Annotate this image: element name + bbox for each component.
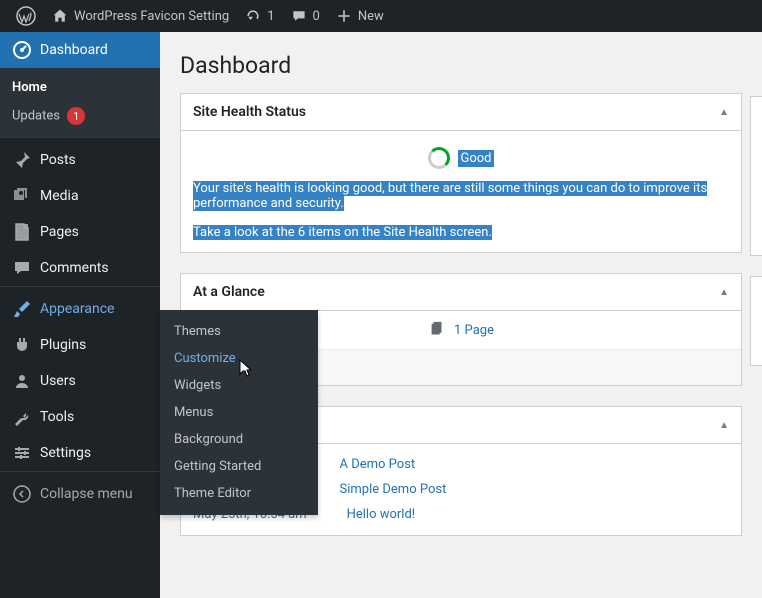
plus-icon — [336, 8, 352, 24]
updates-link[interactable]: 1 — [237, 0, 282, 32]
sidebar-item-appearance[interactable]: Appearance — [0, 291, 160, 327]
collapse-icon: ▲ — [719, 420, 729, 431]
collapse-icon: ▲ — [719, 107, 729, 118]
comments-icon — [12, 258, 32, 278]
panel-site-health: Site Health Status ▲ Good Your site's he… — [180, 93, 742, 253]
media-icon — [12, 186, 32, 206]
panel-title: At a Glance — [193, 284, 265, 300]
admin-sidebar: Dashboard Home Updates 1 Posts Media Pag… — [0, 32, 160, 598]
sidebar-item-media[interactable]: Media — [0, 178, 160, 214]
wp-logo[interactable] — [8, 0, 44, 32]
updates-badge: 1 — [67, 107, 85, 125]
health-text-2: Take a look at the 6 items on the Site H… — [193, 225, 492, 240]
collapse-icon — [12, 484, 32, 504]
sidebar-item-plugins[interactable]: Plugins — [0, 327, 160, 363]
flyout-menus[interactable]: Menus — [160, 399, 318, 426]
updates-count: 1 — [267, 9, 274, 24]
update-icon — [245, 8, 261, 24]
settings-icon — [12, 443, 32, 463]
sidebar-label: Plugins — [40, 337, 86, 353]
sidebar-label: Dashboard — [40, 42, 108, 58]
site-link[interactable]: WordPress Favicon Setting — [44, 0, 237, 32]
health-status: Good — [458, 150, 493, 167]
appearance-flyout: Themes Customize Widgets Menus Backgroun… — [160, 310, 318, 515]
comments-link[interactable]: 0 — [283, 0, 328, 32]
sidebar-label: Tools — [40, 409, 74, 425]
health-text-1: Your site's health is looking good, but … — [193, 181, 707, 211]
sidebar-label: Collapse menu — [40, 486, 133, 502]
sidebar-item-dashboard[interactable]: Dashboard — [0, 32, 160, 68]
sidebar-collapse[interactable]: Collapse menu — [0, 476, 160, 512]
comments-count: 0 — [313, 9, 320, 24]
new-link[interactable]: New — [328, 0, 392, 32]
new-label: New — [358, 9, 384, 24]
sidebar-item-pages[interactable]: Pages — [0, 214, 160, 250]
glance-pages-link[interactable]: 1 Page — [454, 323, 494, 338]
panel-title: Site Health Status — [193, 104, 306, 120]
next-column-peek — [750, 96, 762, 386]
activity-post-link[interactable]: Simple Demo Post — [340, 482, 447, 497]
panel-header[interactable]: Site Health Status ▲ — [181, 94, 741, 131]
page-icon — [428, 321, 446, 339]
home-icon — [52, 8, 68, 24]
page-icon — [12, 222, 32, 242]
sidebar-label: Media — [40, 188, 79, 204]
sidebar-sub-home[interactable]: Home — [0, 74, 160, 101]
tools-icon — [12, 407, 32, 427]
sidebar-item-users[interactable]: Users — [0, 363, 160, 399]
sidebar-item-settings[interactable]: Settings — [0, 435, 160, 471]
panel-header[interactable]: At a Glance ▲ — [181, 274, 741, 311]
page-title: Dashboard — [180, 52, 742, 79]
sidebar-label: Users — [40, 373, 76, 389]
flyout-getting-started[interactable]: Getting Started — [160, 453, 318, 480]
users-icon — [12, 371, 32, 391]
cursor-icon — [236, 358, 254, 380]
sidebar-item-comments[interactable]: Comments — [0, 250, 160, 286]
collapse-icon: ▲ — [719, 287, 729, 298]
pin-icon — [12, 150, 32, 170]
health-ring-icon — [428, 147, 450, 169]
admin-toolbar: WordPress Favicon Setting 1 0 New — [0, 0, 762, 32]
sidebar-label: Comments — [40, 260, 109, 276]
sidebar-label: Pages — [40, 224, 79, 240]
sidebar-label: Posts — [40, 152, 76, 168]
flyout-theme-editor[interactable]: Theme Editor — [160, 480, 318, 507]
activity-post-link[interactable]: Hello world! — [347, 507, 416, 522]
sidebar-label: Appearance — [40, 301, 114, 317]
sidebar-label: Settings — [40, 445, 91, 461]
brush-icon — [12, 299, 32, 319]
sidebar-item-posts[interactable]: Posts — [0, 142, 160, 178]
dashboard-icon — [12, 40, 32, 60]
flyout-themes[interactable]: Themes — [160, 318, 318, 345]
sidebar-sub-updates[interactable]: Updates 1 — [0, 101, 160, 131]
flyout-background[interactable]: Background — [160, 426, 318, 453]
site-name: WordPress Favicon Setting — [74, 9, 229, 24]
activity-post-link[interactable]: A Demo Post — [340, 457, 416, 472]
sidebar-submenu-dashboard: Home Updates 1 — [0, 68, 160, 137]
sidebar-item-tools[interactable]: Tools — [0, 399, 160, 435]
comment-icon — [291, 8, 307, 24]
plugin-icon — [12, 335, 32, 355]
